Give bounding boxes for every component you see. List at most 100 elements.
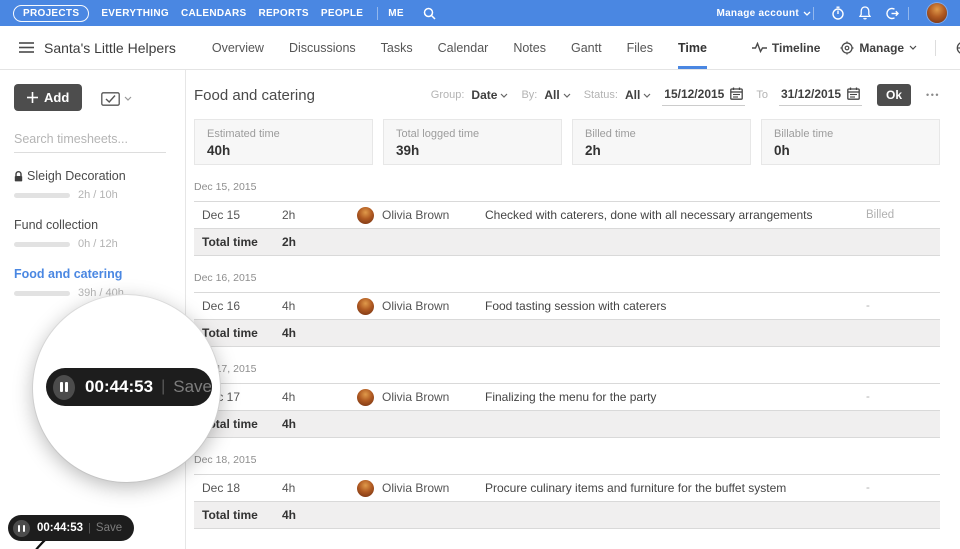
time-entry-row[interactable]: Dec 17 4h Olivia Brown Finalizing the me… (194, 383, 940, 410)
entry-description: Finalizing the menu for the party (485, 390, 866, 404)
project-tab[interactable]: Files (627, 26, 653, 69)
more-options-button[interactable]: ••• (926, 90, 940, 100)
plus-icon (27, 92, 38, 103)
entry-user-name: Olivia Brown (382, 481, 449, 495)
chevron-down-icon (563, 93, 571, 98)
timesheet-list-item[interactable]: Food and catering 39h / 40h (14, 267, 185, 299)
bell-icon[interactable] (859, 6, 871, 20)
help-button[interactable]: Help (956, 41, 960, 55)
status-filter-dropdown[interactable]: All (625, 88, 651, 102)
filter-bar: Group: Date By: All Status: All 15/12/20… (431, 84, 940, 106)
summary-billable-time: Billable time 0h (761, 119, 940, 165)
nav-projects-button[interactable]: PROJECTS (13, 5, 89, 22)
date-to-input[interactable]: 31/12/2015 (779, 85, 862, 106)
manage-menu-button[interactable]: Manage (840, 41, 917, 55)
progress-bar (14, 291, 70, 296)
time-entry-row[interactable]: Dec 15 2h Olivia Brown Checked with cate… (194, 201, 940, 228)
entry-hours: 4h (282, 481, 357, 495)
search-icon[interactable] (423, 7, 436, 20)
summary-billed-time: Billed time 2h (572, 119, 751, 165)
pulse-icon (752, 42, 767, 53)
project-header-bar: Santa's Little Helpers Overview Discussi… (0, 26, 960, 70)
ok-button[interactable]: Ok (877, 84, 911, 106)
timesheet-name: Food and catering (14, 267, 122, 281)
timer-widget[interactable]: 00:44:53 | Save (8, 515, 134, 541)
logout-icon[interactable] (885, 7, 899, 20)
project-tab[interactable]: Notes (513, 26, 546, 69)
entry-user[interactable]: Olivia Brown (357, 298, 485, 315)
project-tab[interactable]: Tasks (381, 26, 413, 69)
by-filter-dropdown[interactable]: All (544, 88, 570, 102)
total-label: Total time (194, 326, 282, 340)
group-date-label: Dec 16, 2015 (194, 272, 940, 284)
calendar-icon (730, 87, 743, 100)
stopwatch-icon[interactable] (831, 6, 845, 20)
time-group: Dec 16, 2015 Dec 16 4h Olivia Brown Food… (194, 272, 940, 347)
timer-save-button[interactable]: Save (173, 377, 212, 397)
project-tab[interactable]: Overview (212, 26, 264, 69)
search-timesheets-input[interactable] (14, 129, 166, 153)
divider (813, 7, 814, 20)
entry-date: Dec 16 (194, 299, 282, 313)
nav-item-everything[interactable]: EVERYTHING (101, 8, 169, 19)
entry-status: - (866, 391, 940, 403)
nav-item-me[interactable]: ME (388, 8, 404, 19)
divider (908, 7, 909, 20)
project-name[interactable]: Santa's Little Helpers (44, 40, 176, 56)
timeline-button[interactable]: Timeline (752, 41, 820, 55)
entry-user[interactable]: Olivia Brown (357, 207, 485, 224)
divider (377, 7, 378, 20)
entry-user[interactable]: Olivia Brown (357, 480, 485, 497)
manage-account-menu[interactable]: Manage account (716, 8, 811, 19)
timesheet-hours: 0h / 12h (78, 238, 118, 250)
time-entry-row[interactable]: Dec 18 4h Olivia Brown Procure culinary … (194, 474, 940, 501)
timer-value: 00:44:53 (85, 377, 153, 397)
pause-icon[interactable] (13, 520, 30, 537)
user-avatar (357, 298, 374, 315)
user-avatar[interactable] (927, 3, 947, 23)
group-date-label: Dec 17, 2015 (194, 363, 940, 375)
total-row: Total time 4h (194, 319, 940, 347)
summary-label: Billable time (774, 128, 927, 140)
entry-user[interactable]: Olivia Brown (357, 389, 485, 406)
pause-icon[interactable] (53, 375, 75, 400)
entry-status: - (866, 482, 940, 494)
timesheet-hours: 2h / 10h (78, 189, 118, 201)
entry-hours: 2h (282, 208, 357, 222)
time-group: Dec 15, 2015 Dec 15 2h Olivia Brown Chec… (194, 181, 940, 256)
timer-zoom-bubble: 00:44:53 | Save (33, 295, 220, 482)
entry-status: Billed (866, 209, 940, 221)
project-tab[interactable]: Discussions (289, 26, 356, 69)
project-tab[interactable]: Gantt (571, 26, 602, 69)
timesheet-list-item[interactable]: Fund collection 0h / 12h (14, 218, 185, 250)
to-label: To (756, 89, 768, 101)
project-tab[interactable]: Calendar (438, 26, 489, 69)
manage-account-label: Manage account (716, 8, 799, 19)
date-from-input[interactable]: 15/12/2015 (662, 85, 745, 106)
user-avatar (357, 207, 374, 224)
nav-item-people[interactable]: PEOPLE (321, 8, 363, 19)
divider: | (161, 378, 165, 396)
project-tab[interactable]: Time (678, 26, 707, 69)
nav-item-reports[interactable]: REPORTS (258, 8, 308, 19)
chevron-down-icon (500, 93, 508, 98)
user-avatar (357, 389, 374, 406)
time-entry-row[interactable]: Dec 16 4h Olivia Brown Food tasting sess… (194, 292, 940, 319)
timesheet-name: Fund collection (14, 218, 98, 232)
mail-options-dropdown[interactable] (101, 92, 132, 106)
group-filter-dropdown[interactable]: Date (471, 88, 508, 102)
by-filter-label: By: (521, 89, 537, 101)
add-button[interactable]: Add (14, 84, 82, 111)
timeline-label: Timeline (772, 41, 820, 55)
hamburger-menu-icon[interactable] (19, 42, 34, 53)
summary-estimated-time: Estimated time 40h (194, 119, 373, 165)
group-date-label: Dec 18, 2015 (194, 454, 940, 466)
summary-total-logged-time: Total logged time 39h (383, 119, 562, 165)
entry-date: Dec 15 (194, 208, 282, 222)
timer-save-button[interactable]: Save (96, 522, 122, 534)
nav-item-calendars[interactable]: CALENDARS (181, 8, 246, 19)
timesheet-list-item[interactable]: Sleigh Decoration 2h / 10h (14, 169, 185, 201)
entry-user-name: Olivia Brown (382, 208, 449, 222)
entry-user-name: Olivia Brown (382, 390, 449, 404)
entry-date: Dec 18 (194, 481, 282, 495)
